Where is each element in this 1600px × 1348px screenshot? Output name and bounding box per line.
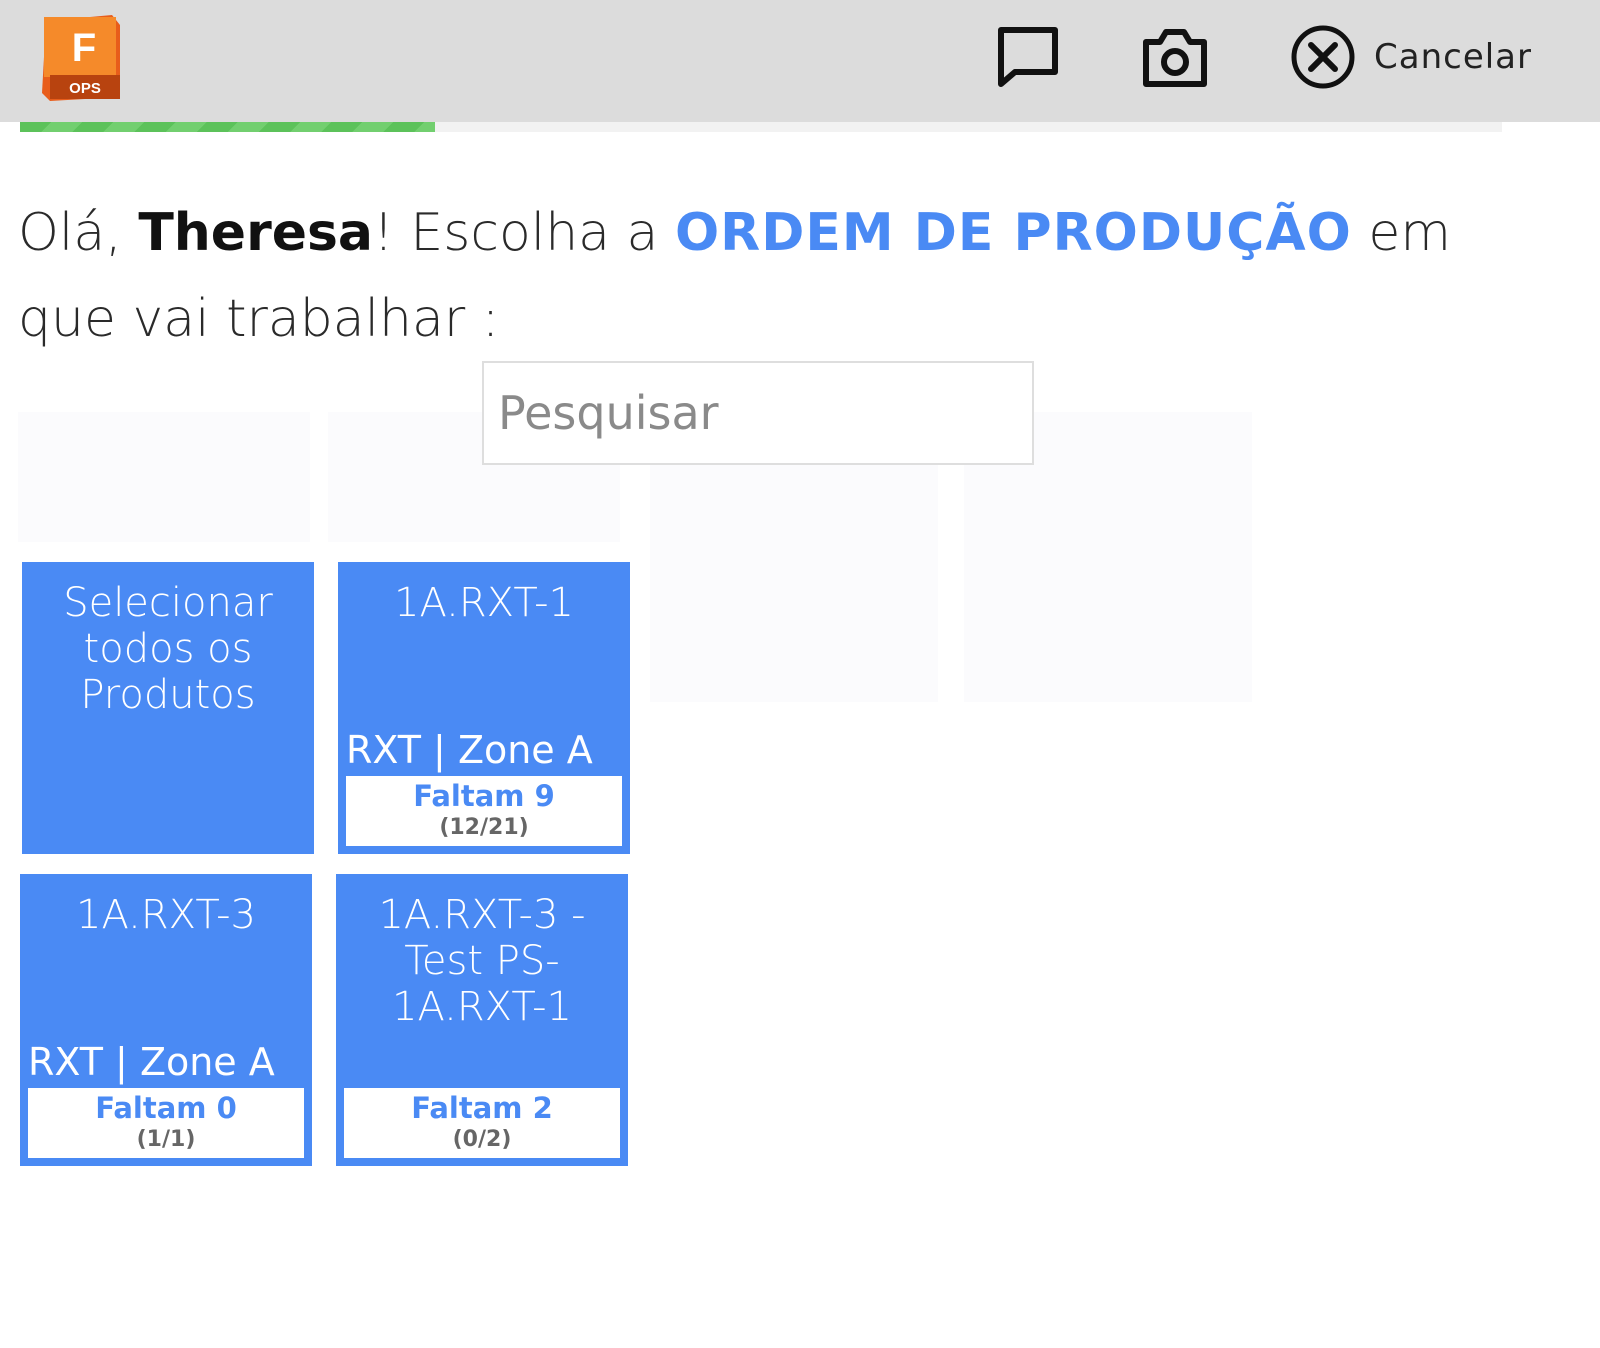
production-order-tile[interactable]: 1A.RXT-3 - Test PS-1A.RXT-1 Faltam 2 (0/…: [336, 874, 628, 1166]
greeting-prefix: Olá,: [18, 203, 139, 263]
tile-title: Selecionar todos os Produtos: [63, 580, 273, 718]
tile-title: 1A.RXT-1: [394, 580, 574, 626]
tile-progress: (0/2): [452, 1127, 512, 1152]
greeting-middle: ! Escolha a: [373, 203, 675, 263]
production-order-tile[interactable]: 1A.RXT-3 RXT | Zone A Faltam 0 (1/1): [20, 874, 312, 1166]
tile-progress: (1/1): [136, 1127, 196, 1152]
top-bar: F OPS Cancelar: [0, 0, 1600, 122]
tile-remaining: Faltam 9: [413, 779, 555, 813]
tile-status-box: Faltam 9 (12/21): [346, 776, 622, 846]
tile-remaining: Faltam 2: [411, 1091, 553, 1125]
message-icon[interactable]: [993, 22, 1063, 92]
search-input[interactable]: [482, 361, 1034, 465]
tile-title: 1A.RXT-3 - Test PS-1A.RXT-1: [378, 892, 586, 1030]
tile-zone: RXT | Zone A: [346, 728, 593, 772]
tile-zone: RXT | Zone A: [28, 1040, 275, 1084]
tile-status-box: Faltam 2 (0/2): [344, 1088, 620, 1158]
progress-bar: [20, 122, 1502, 132]
logo-letter: F: [72, 26, 96, 70]
tile-title: 1A.RXT-3: [76, 892, 256, 938]
camera-icon[interactable]: [1140, 22, 1210, 92]
tile-progress: (12/21): [439, 815, 529, 840]
production-order-tile[interactable]: 1A.RXT-1 RXT | Zone A Faltam 9 (12/21): [338, 562, 630, 854]
fusion-ops-logo: F OPS: [42, 15, 120, 101]
cancel-label: Cancelar: [1374, 37, 1532, 77]
logo-subtext: OPS: [69, 80, 101, 97]
progress-fill: [20, 122, 435, 132]
greeting-highlight: ORDEM DE PRODUÇÃO: [674, 203, 1352, 263]
cancel-button[interactable]: Cancelar: [1290, 22, 1532, 92]
ghost-tile: [18, 412, 310, 542]
select-all-products-tile[interactable]: Selecionar todos os Produtos: [22, 562, 314, 854]
greeting-text: Olá, Theresa! Escolha a ORDEM DE PRODUÇÃ…: [18, 190, 1548, 362]
close-circle-icon: [1291, 25, 1355, 89]
tile-status-box: Faltam 0 (1/1): [28, 1088, 304, 1158]
user-name: Theresa: [138, 203, 374, 263]
tile-remaining: Faltam 0: [95, 1091, 237, 1125]
